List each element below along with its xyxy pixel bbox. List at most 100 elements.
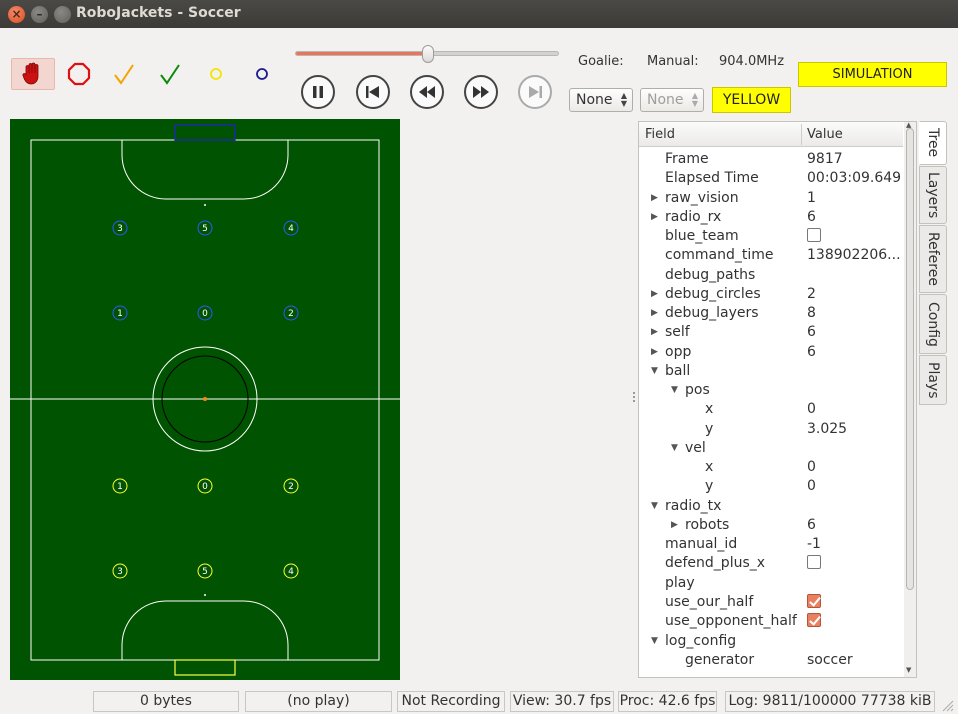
tree-row[interactable]: defend_plus_x [639, 554, 903, 573]
tab-plays[interactable]: Plays [919, 355, 947, 405]
tree-row-checkbox[interactable] [807, 593, 821, 608]
hand-icon [22, 62, 39, 85]
playback-slider-thumb[interactable] [422, 45, 434, 63]
splitter-handle[interactable] [633, 392, 636, 406]
tree-row[interactable]: ▼ ball [639, 362, 903, 381]
tree-row-checkbox[interactable] [807, 612, 821, 627]
tree-row[interactable]: play [639, 574, 903, 593]
tree-row-value [807, 593, 903, 612]
hand-tool-button[interactable] [11, 58, 55, 90]
tree-row-checkbox[interactable] [807, 227, 821, 242]
tree-row[interactable]: y 3.025 [639, 420, 903, 439]
pause-button[interactable] [301, 75, 335, 109]
tree-row-checkbox[interactable] [807, 554, 821, 569]
column-header-value[interactable]: Value [807, 127, 843, 142]
team-toggle-button[interactable]: YELLOW [712, 87, 791, 113]
maximize-window-button[interactable] [54, 6, 71, 23]
tree-row[interactable]: blue_team [639, 227, 903, 246]
tree-scrollbar[interactable]: ▲ ▼ [904, 122, 916, 677]
resize-grip-icon[interactable] [940, 698, 954, 712]
tree-row-field: radio_rx [665, 209, 722, 225]
tree-row[interactable]: ▶ raw_vision 1 [639, 189, 903, 208]
yellow-circle-tool-button[interactable] [194, 58, 238, 90]
skip-forward-button[interactable] [518, 75, 552, 109]
tree-row[interactable]: ▶ robots 6 [639, 516, 903, 535]
yellow-robot-id: 0 [202, 482, 208, 492]
blue-robot[interactable]: 1 [112, 305, 128, 321]
expand-right-arrow-icon[interactable]: ▶ [651, 304, 658, 323]
tree-row-value: 0 [807, 478, 816, 494]
blue-robot[interactable]: 2 [283, 305, 299, 321]
close-window-button[interactable]: × [8, 6, 25, 23]
tree-view[interactable]: Field Value Frame 9817 Elapsed Time 00:03:0… [638, 121, 917, 678]
green-check-tool-button[interactable] [148, 58, 192, 90]
tree-row[interactable]: ▼ radio_tx [639, 497, 903, 516]
blue-circle-tool-button[interactable] [240, 58, 284, 90]
tree-row[interactable]: ▶ debug_circles 2 [639, 285, 903, 304]
expand-right-arrow-icon[interactable]: ▶ [651, 208, 658, 227]
yellow-robot[interactable]: 4 [283, 563, 299, 579]
expand-down-arrow-icon[interactable]: ▼ [671, 381, 678, 400]
expand-down-arrow-icon[interactable]: ▼ [651, 632, 658, 651]
column-header-field[interactable]: Field [645, 127, 675, 142]
expand-right-arrow-icon[interactable]: ▶ [651, 285, 658, 304]
scroll-down-arrow-icon[interactable]: ▼ [906, 666, 911, 674]
expand-right-arrow-icon[interactable]: ▶ [651, 323, 658, 342]
tree-row[interactable]: manual_id -1 [639, 535, 903, 554]
tree-row[interactable]: command_time 138902206... [639, 246, 903, 265]
pause-icon [313, 86, 323, 98]
yellow-robot[interactable]: 1 [112, 478, 128, 494]
rewind-button[interactable] [410, 75, 444, 109]
tree-row[interactable]: x0 [639, 400, 903, 419]
yellow-robot[interactable]: 5 [197, 563, 213, 579]
minimize-window-button[interactable]: – [31, 6, 48, 23]
tab-referee[interactable]: Referee [919, 225, 947, 293]
tree-row-value: 138902206... [807, 247, 901, 263]
tree-row[interactable]: debug_paths [639, 266, 903, 285]
yellow-robot[interactable]: 3 [112, 563, 128, 579]
blue-robot[interactable]: 0 [197, 305, 213, 321]
expand-right-arrow-icon[interactable]: ▶ [671, 516, 678, 535]
tab-config[interactable]: Config [919, 294, 947, 354]
tree-row[interactable]: y0 [639, 477, 903, 496]
goalie-select[interactable]: None ▲ ▼ [569, 88, 633, 112]
tree-row[interactable]: generator soccer [639, 651, 903, 670]
tree-row[interactable]: ▶ radio_rx 6 [639, 208, 903, 227]
skip-back-button[interactable] [356, 75, 390, 109]
tree-row[interactable]: ▶ self 6 [639, 323, 903, 342]
blue-robot[interactable]: 5 [197, 220, 213, 236]
tree-row[interactable]: use_our_half [639, 593, 903, 612]
fast-forward-button[interactable] [464, 75, 498, 109]
tab-tree[interactable]: Tree [919, 121, 947, 165]
expand-down-arrow-icon[interactable]: ▼ [671, 439, 678, 458]
tab-layers[interactable]: Layers [919, 166, 947, 224]
stop-tool-button[interactable] [57, 58, 101, 90]
expand-down-arrow-icon[interactable]: ▼ [651, 362, 658, 381]
tree-row-value: 1 [807, 190, 816, 206]
expand-right-arrow-icon[interactable]: ▶ [651, 343, 658, 362]
yellow-robot[interactable]: 0 [197, 478, 213, 494]
playback-slider[interactable] [295, 45, 559, 63]
tree-row[interactable]: Frame 9817 [639, 150, 903, 169]
tree-scrollbar-thumb[interactable] [906, 128, 914, 590]
tree-row[interactable]: ▼ log_config [639, 632, 903, 651]
tree-row[interactable]: use_opponent_half [639, 612, 903, 631]
skip-back-icon [366, 86, 379, 98]
blue-robot[interactable]: 3 [112, 220, 128, 236]
yellow-robot[interactable]: 2 [283, 478, 299, 494]
tree-row[interactable]: ▼ vel [639, 439, 903, 458]
tree-row[interactable]: ▶ opp 6 [639, 343, 903, 362]
field-canvas[interactable]: 3 5 4 1 0 2 1 0 2 3 5 4 [10, 119, 400, 680]
tree-row[interactable]: Elapsed Time 00:03:09.649 [639, 169, 903, 188]
tree-row[interactable]: ▼ pos [639, 381, 903, 400]
tree-row[interactable]: x0 [639, 458, 903, 477]
stop-octagon-icon [67, 62, 91, 86]
tree-row[interactable]: ▶ debug_layers 8 [639, 304, 903, 323]
manual-select[interactable]: None ▲ ▼ [640, 88, 704, 112]
expand-right-arrow-icon[interactable]: ▶ [651, 189, 658, 208]
orange-check-tool-button[interactable] [102, 58, 146, 90]
blue-robot[interactable]: 4 [283, 220, 299, 236]
field-view[interactable]: 3 5 4 1 0 2 1 0 2 3 5 4 [10, 119, 400, 680]
tree-row-value: -1 [807, 536, 821, 552]
expand-down-arrow-icon[interactable]: ▼ [651, 497, 658, 516]
